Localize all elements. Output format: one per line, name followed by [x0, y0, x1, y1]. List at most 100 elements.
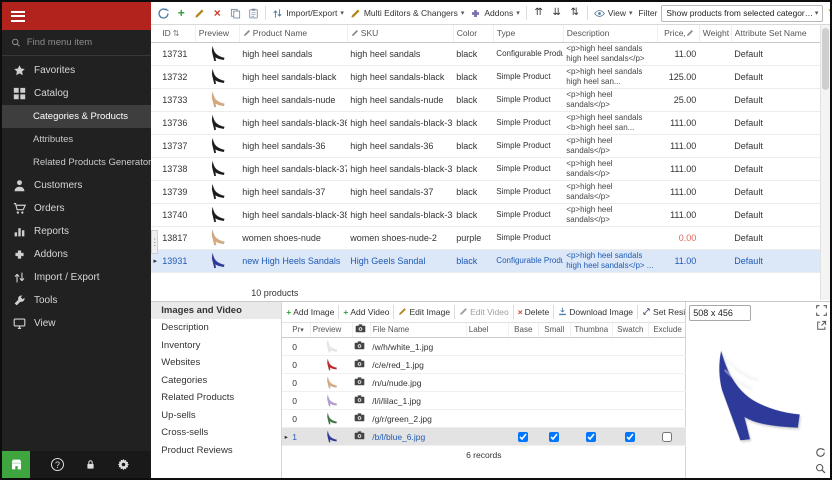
column-header-type[interactable]: Type: [493, 25, 563, 42]
image-row[interactable]: 0 /n/u/nude.jpg: [282, 374, 686, 392]
column-header-description[interactable]: Description: [563, 25, 657, 42]
column-header-price[interactable]: Price,: [657, 25, 699, 42]
help-icon[interactable]: ?: [51, 458, 64, 471]
fullscreen-icon[interactable]: [816, 305, 827, 316]
view-menu[interactable]: View ▾: [592, 8, 635, 19]
sidebar-item-categories-products[interactable]: Categories & Products: [2, 105, 151, 128]
column-header-thumbnail[interactable]: Thumbna: [570, 323, 612, 338]
thumbnail-checkbox[interactable]: [586, 432, 596, 442]
add-product-button[interactable]: +: [173, 7, 189, 19]
tab-product-reviews[interactable]: Product Reviews: [151, 442, 281, 460]
column-header-color[interactable]: Color: [453, 25, 493, 42]
column-header-file-name[interactable]: File Name: [370, 323, 466, 338]
filters-menu[interactable]: Filters ▾: [825, 8, 830, 19]
sidebar-item-tools[interactable]: Tools: [2, 289, 151, 312]
sidebar-item-attributes[interactable]: Attributes: [2, 128, 151, 151]
refresh-icon[interactable]: [815, 447, 826, 458]
sort-descending-button[interactable]: ⇊: [549, 8, 565, 18]
image-row[interactable]: 0 /g/r/green_2.jpg: [282, 410, 686, 428]
table-row[interactable]: 13740 high heel sandals-black-38 high he…: [151, 203, 821, 226]
table-row[interactable]: 13733 high heel sandals-nude high heel s…: [151, 88, 821, 111]
tab-websites[interactable]: Websites: [151, 354, 281, 372]
lock-icon[interactable]: [85, 459, 96, 470]
column-header-label[interactable]: Label: [466, 323, 508, 338]
store-button[interactable]: [2, 451, 30, 478]
sort-button[interactable]: ⇅: [567, 8, 583, 18]
image-row-selected[interactable]: ▸ 1 /b/l/blue_6.jpg: [282, 428, 686, 446]
column-header-preview[interactable]: Preview: [195, 25, 239, 42]
column-header-attribute-set[interactable]: Attribute Set Name: [731, 25, 821, 42]
gear-icon[interactable]: [117, 458, 130, 471]
vertical-scrollbar[interactable]: [820, 25, 830, 300]
column-header-media-type[interactable]: [352, 323, 370, 338]
download-image-button[interactable]: Download Image: [558, 307, 633, 317]
sidebar-item-addons[interactable]: Addons: [2, 243, 151, 266]
addons-menu[interactable]: Addons ▾: [468, 8, 521, 19]
table-row[interactable]: 13731 high heel sandals high heel sandal…: [151, 42, 821, 65]
table-row[interactable]: 13732 high heel sandals-black high heel …: [151, 65, 821, 88]
column-header-exclude[interactable]: Exclude: [648, 323, 686, 338]
image-size-field[interactable]: [689, 305, 751, 321]
sidebar-item-view[interactable]: View: [2, 312, 151, 335]
tab-categories[interactable]: Categories: [151, 372, 281, 390]
sidebar-item-favorites[interactable]: Favorites: [2, 59, 151, 82]
menu-search-input[interactable]: [27, 37, 143, 48]
column-header-sku[interactable]: SKU: [347, 25, 453, 42]
sidebar-item-import-export[interactable]: Import / Export: [2, 266, 151, 289]
table-row[interactable]: 13739 high heel sandals-37 high heel san…: [151, 180, 821, 203]
zoom-icon[interactable]: [815, 463, 826, 474]
edit-product-button[interactable]: [191, 7, 207, 19]
copy-button[interactable]: [227, 7, 243, 19]
cell-color: black: [453, 65, 493, 88]
image-row[interactable]: 0 /c/e/red_1.jpg: [282, 356, 686, 374]
tab-up-sells[interactable]: Up-sells: [151, 407, 281, 425]
category-filter-select[interactable]: Show products from selected categories ▾: [661, 5, 823, 22]
column-header-position[interactable]: Pr▾: [290, 323, 310, 338]
delete-product-button[interactable]: ×: [209, 7, 225, 19]
add-image-button[interactable]: +Add Image: [286, 307, 334, 317]
set-resize-rule-button[interactable]: Set Resize Rule: [642, 307, 685, 317]
sidebar-item-related-products-generator[interactable]: Related Products Generator: [2, 151, 151, 174]
menu-icon[interactable]: [11, 8, 25, 24]
sidebar-item-reports[interactable]: Reports: [2, 220, 151, 243]
exclude-checkbox[interactable]: [662, 432, 672, 442]
tab-cross-sells[interactable]: Cross-sells: [151, 424, 281, 442]
edit-video-button[interactable]: Edit Video: [459, 307, 509, 317]
external-link-icon[interactable]: [816, 320, 827, 331]
column-header-product-name[interactable]: Product Name: [239, 25, 347, 42]
panel-splitter-handle[interactable]: ⋮: [151, 230, 158, 254]
column-header-id[interactable]: ID⇅: [159, 25, 195, 42]
tab-description[interactable]: Description: [151, 319, 281, 337]
tab-inventory[interactable]: Inventory: [151, 337, 281, 355]
column-header-weight[interactable]: Weight: [699, 25, 731, 42]
table-row[interactable]: 13737 high heel sandals-36 high heel san…: [151, 134, 821, 157]
column-header-swatch[interactable]: Swatch: [612, 323, 648, 338]
edit-image-button[interactable]: Edit Image: [398, 307, 450, 317]
refresh-button[interactable]: [155, 6, 171, 19]
table-row-selected[interactable]: ▸ 13931 new High Heels Sandals High Geel…: [151, 249, 821, 272]
add-video-button[interactable]: +Add Video: [343, 307, 389, 317]
tab-images-and-video[interactable]: Images and Video: [151, 302, 281, 320]
multi-editors-menu[interactable]: Multi Editors & Changers ▾: [348, 8, 467, 19]
paste-button[interactable]: [245, 7, 261, 19]
tab-related-products[interactable]: Related Products: [151, 389, 281, 407]
sort-ascending-button[interactable]: ⇈: [531, 8, 547, 18]
delete-image-button[interactable]: ×Delete: [518, 307, 550, 317]
sidebar-item-catalog[interactable]: Catalog: [2, 82, 151, 105]
column-header-base[interactable]: Base: [508, 323, 538, 338]
cell-preview: [310, 410, 352, 428]
small-checkbox[interactable]: [549, 432, 559, 442]
sidebar-item-orders[interactable]: Orders: [2, 197, 151, 220]
scrollbar-thumb[interactable]: [822, 28, 829, 90]
table-row[interactable]: 13736 high heel sandals-black-36 high he…: [151, 111, 821, 134]
sidebar-item-customers[interactable]: Customers: [2, 174, 151, 197]
column-header-preview[interactable]: Preview: [310, 323, 352, 338]
import-export-menu[interactable]: Import/Export ▾: [270, 8, 346, 19]
swatch-checkbox[interactable]: [625, 432, 635, 442]
image-row[interactable]: 0 /w/h/white_1.jpg: [282, 338, 686, 356]
column-header-small[interactable]: Small: [538, 323, 570, 338]
image-row[interactable]: 0 /l/i/lilac_1.jpg: [282, 392, 686, 410]
base-checkbox[interactable]: [518, 432, 528, 442]
table-row[interactable]: 13738 high heel sandals-black-37 high he…: [151, 157, 821, 180]
table-row[interactable]: 13817 women shoes-nude women shoes-nude-…: [151, 226, 821, 249]
